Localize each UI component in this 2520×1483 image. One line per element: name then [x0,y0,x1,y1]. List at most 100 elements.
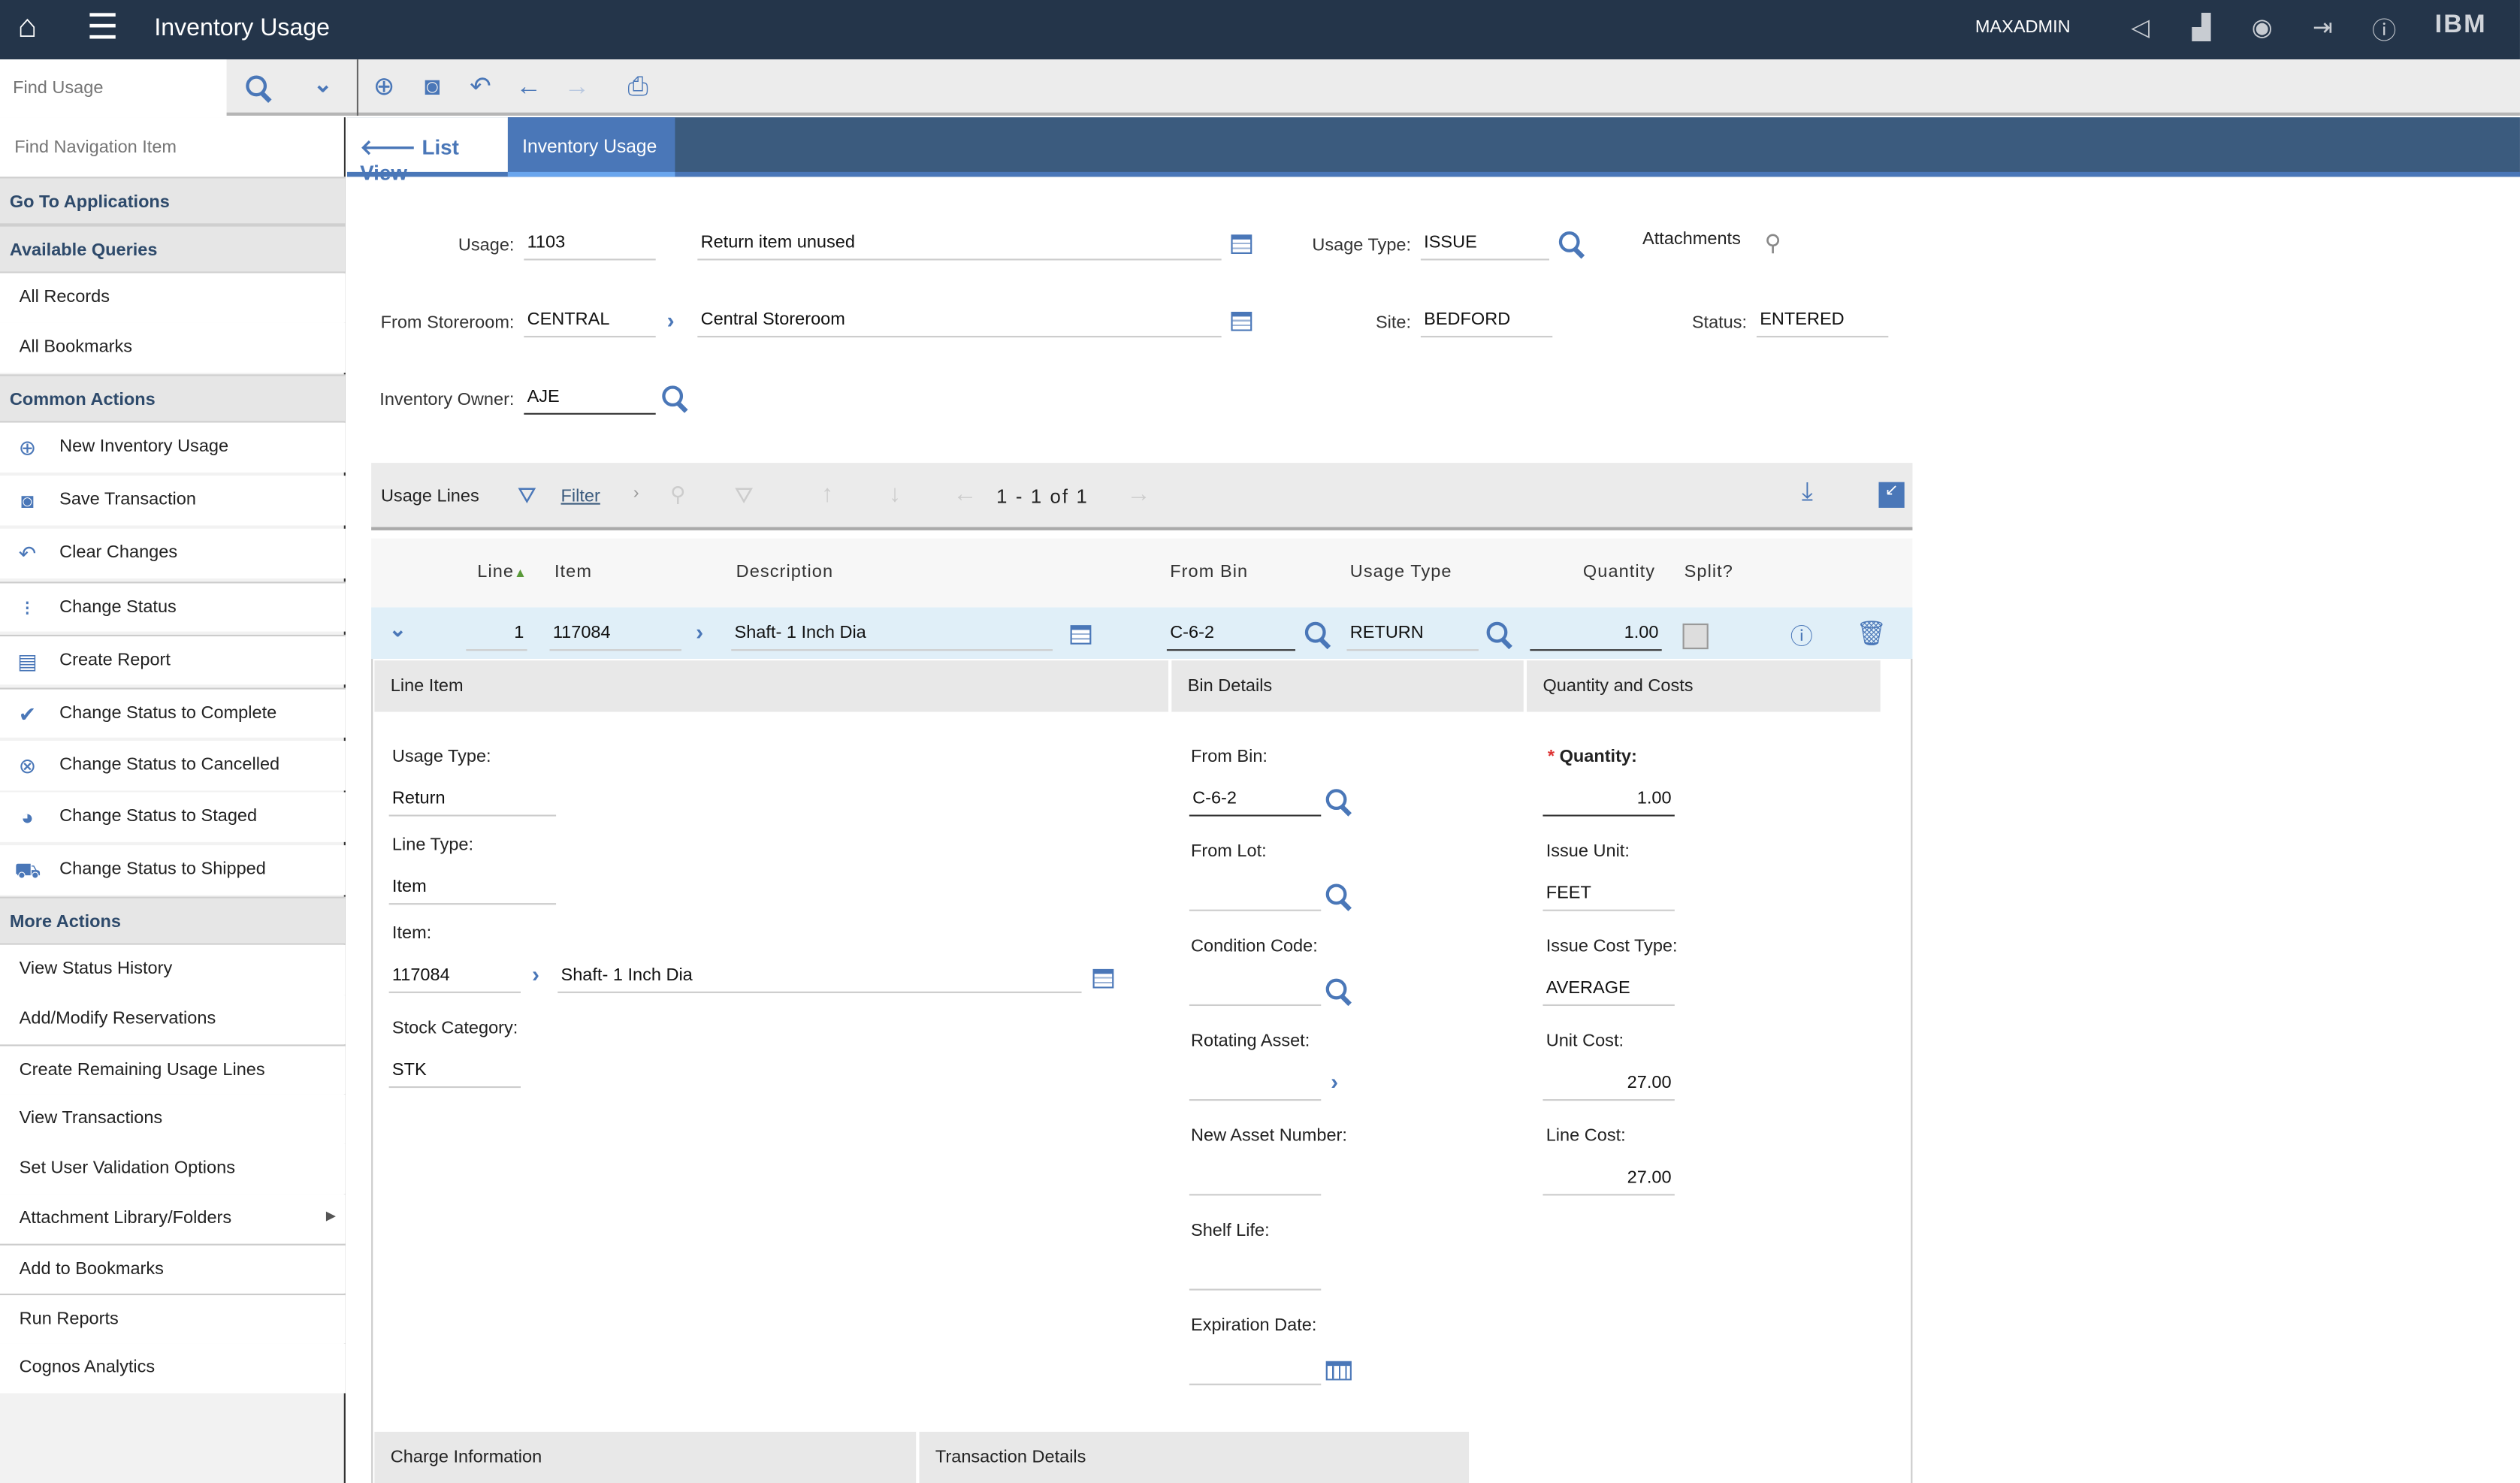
quantity-field[interactable]: 1.00 [1543,789,1674,816]
search-icon[interactable] [662,385,683,406]
logout-icon[interactable]: ⇥ [2313,13,2333,42]
action-status-staged[interactable]: ◕Change Status to Staged [0,793,346,842]
row-quantity[interactable]: 1.00 [1530,624,1661,651]
new-asset-number-field[interactable] [1189,1168,1321,1195]
more-run-reports[interactable]: Run Reports [0,1294,346,1343]
more-cognos-analytics[interactable]: Cognos Analytics [0,1343,346,1393]
condition-code-field[interactable] [1189,979,1321,1006]
chevron-right-icon[interactable]: › [532,961,539,986]
attachments-label[interactable]: Attachments [1642,230,1741,249]
save-icon[interactable]: ◙ [418,74,447,103]
from-storeroom-field[interactable]: CENTRAL [524,310,655,337]
item-field[interactable]: 117084 [389,966,521,993]
more-view-status-history[interactable]: View Status History [0,945,346,995]
more-view-transactions[interactable]: View Transactions [0,1095,346,1144]
usage-type-field[interactable]: ISSUE [1421,233,1549,260]
find-usage-input[interactable] [0,59,227,116]
new-icon[interactable]: ⊕ [370,74,399,103]
action-status-shipped[interactable]: ⛟Change Status to Shipped [0,845,346,895]
calendar-icon[interactable] [1326,1361,1352,1381]
col-split[interactable]: Split? [1685,563,1733,582]
user-name[interactable]: MAXADMIN [1975,18,2071,38]
col-from-bin[interactable]: From Bin [1170,563,1248,582]
more-attachment-library[interactable]: Attachment Library/Folders▶ [0,1194,346,1243]
col-quantity[interactable]: Quantity [1583,563,1655,582]
usage-description-field[interactable]: Return item unused [697,233,1221,260]
search-icon[interactable]: ⚲ [670,482,685,508]
chevron-right-icon[interactable]: › [633,484,639,503]
arrow-up-icon[interactable]: ↑ [821,481,833,508]
info-icon[interactable]: ⓘ [1790,621,1813,653]
from-lot-field[interactable] [1189,883,1321,911]
filter-link[interactable]: Filter [561,487,600,506]
menu-icon[interactable]: ☰ [87,7,119,49]
long-description-icon[interactable] [1231,234,1252,254]
help-icon[interactable]: ⓘ [2372,13,2396,47]
forward-arrow-icon[interactable]: → [563,74,592,103]
chevron-right-icon[interactable]: › [667,307,675,333]
inventory-owner-field[interactable]: AJE [524,387,655,414]
megaphone-icon[interactable]: ◁ [2131,13,2150,42]
download-icon[interactable]: ⤓ [1802,479,1813,508]
search-icon[interactable] [246,76,267,97]
col-usage-type[interactable]: Usage Type [1350,563,1452,582]
tab-inventory-usage[interactable]: Inventory Usage [508,117,675,177]
split-checkbox[interactable] [1683,624,1709,649]
profile-icon[interactable]: ◉ [2252,13,2273,42]
filter-icon[interactable]: ⛛ [518,482,536,509]
action-status-cancelled[interactable]: ⊗Change Status to Cancelled [0,741,346,790]
long-description-icon[interactable] [1231,312,1252,331]
clear-filter-icon[interactable]: ⛛ [735,482,754,509]
action-clear-changes[interactable]: ↶Clear Changes [0,529,346,578]
col-item[interactable]: Item [554,563,592,582]
rotating-asset-field[interactable] [1189,1074,1321,1101]
more-create-remaining-usage-lines[interactable]: Create Remaining Usage Lines [0,1044,346,1094]
from-bin-field[interactable]: C-6-2 [1189,789,1321,816]
search-icon[interactable] [1559,231,1580,252]
action-new-inventory-usage[interactable]: ⊕New Inventory Usage [0,423,346,473]
action-status-complete[interactable]: ✔Change Status to Complete [0,687,346,737]
action-save-transaction[interactable]: ◙Save Transaction [0,476,346,525]
chevron-right-icon[interactable]: › [696,619,703,645]
search-icon[interactable] [1487,622,1508,643]
paperclip-icon[interactable]: ⚲ [1765,230,1781,257]
chevron-down-icon[interactable]: ⌄ [313,71,332,98]
more-add-to-bookmarks[interactable]: Add to Bookmarks [0,1244,346,1294]
tab-list-view[interactable]: 🡐 List View [347,117,508,177]
more-add-modify-reservations[interactable]: Add/Modify Reservations [0,995,346,1044]
go-to-applications[interactable]: Go To Applications [0,177,346,225]
action-change-status[interactable]: ⁝Change Status [0,581,346,631]
expiration-date-field[interactable] [1189,1358,1321,1385]
chevron-right-icon[interactable]: › [1331,1068,1338,1094]
search-icon[interactable] [1326,979,1347,1000]
print-icon[interactable]: ⎙ [624,74,653,103]
delete-icon[interactable]: 🗑 [1857,619,1887,648]
long-description-icon[interactable] [1071,625,1092,645]
row-usage-type[interactable]: RETURN [1346,624,1478,651]
back-arrow-icon[interactable]: ← [514,74,543,103]
col-line[interactable]: Line▲ [477,563,527,582]
query-all-records[interactable]: All Records [0,273,346,323]
undo-icon[interactable]: ↶ [466,74,495,103]
search-icon[interactable] [1326,789,1347,810]
chevron-down-icon[interactable]: ⌄ [389,617,406,642]
more-set-user-validation-options[interactable]: Set User Validation Options [0,1144,346,1194]
action-create-report[interactable]: ▤Create Report [0,635,346,684]
row-item[interactable]: 117084 [550,624,681,651]
arrow-down-icon[interactable]: ↓ [889,481,901,508]
collapse-icon[interactable]: ↙ [1878,482,1904,508]
next-page-icon[interactable]: → [1126,481,1150,508]
usage-field[interactable]: 1103 [524,233,655,260]
shelf-life-field[interactable] [1189,1263,1321,1290]
search-icon[interactable] [1326,883,1347,905]
long-description-icon[interactable] [1093,969,1114,989]
search-icon[interactable] [1305,622,1326,643]
previous-page-icon[interactable]: ← [953,481,977,508]
find-navigation-input[interactable] [0,117,344,177]
row-description[interactable]: Shaft- 1 Inch Dia [731,624,1053,651]
row-from-bin[interactable]: C-6-2 [1167,624,1295,651]
home-icon[interactable]: ⌂ [18,10,38,47]
reports-icon[interactable]: ▟ [2192,13,2211,42]
col-description[interactable]: Description [736,563,833,582]
query-all-bookmarks[interactable]: All Bookmarks [0,323,346,373]
